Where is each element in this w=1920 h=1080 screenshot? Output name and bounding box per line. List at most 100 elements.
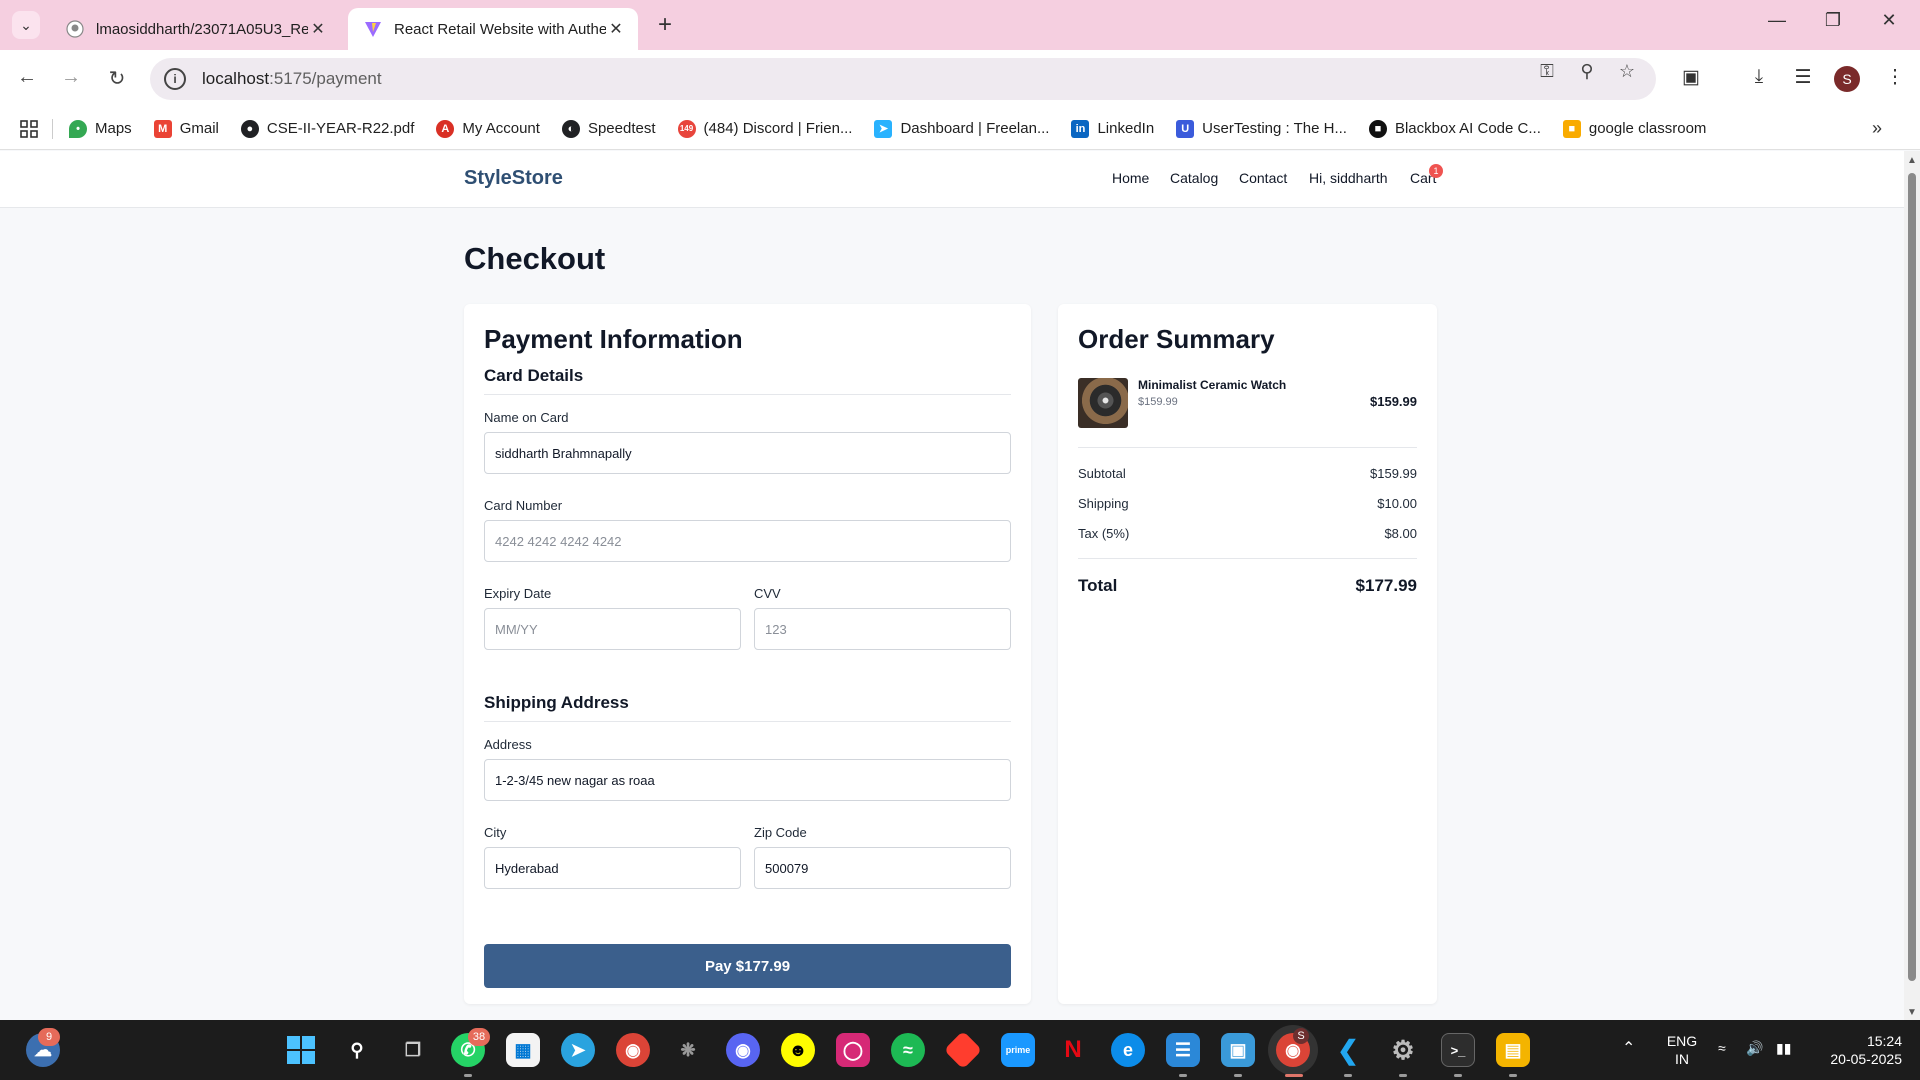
bookmark-star-icon[interactable]: ☆: [1615, 61, 1639, 82]
city-input[interactable]: [484, 847, 741, 889]
name-on-card-input[interactable]: [484, 432, 1011, 474]
running-indicator: [1234, 1074, 1242, 1077]
new-tab-button[interactable]: +: [652, 12, 678, 38]
browser-tab-strip: ⌄ lmaosiddharth/23071A05U3_Re ✕ React Re…: [0, 0, 1920, 50]
chatgpt-icon[interactable]: ❋: [671, 1033, 705, 1067]
task-view-icon[interactable]: ❐: [396, 1033, 430, 1067]
page-viewport: StyleStore Home Catalog Contact Hi, sidd…: [0, 151, 1904, 1020]
tab-react-retail[interactable]: React Retail Website with Authe ✕: [348, 8, 638, 50]
card-number-input[interactable]: [484, 520, 1011, 562]
tab-title: React Retail Website with Authe: [394, 20, 606, 38]
minimize-icon[interactable]: —: [1762, 10, 1792, 31]
telegram-icon[interactable]: ➤: [561, 1033, 595, 1067]
forward-arrow-icon[interactable]: →: [58, 66, 84, 89]
order-summary-heading: Order Summary: [1078, 324, 1275, 354]
clock[interactable]: 15:24 20-05-2025: [1812, 1032, 1902, 1068]
expiry-date-input[interactable]: [484, 608, 741, 650]
menu-kebab-icon[interactable]: ⋮: [1882, 66, 1908, 89]
close-icon[interactable]: ✕: [606, 19, 626, 39]
cvv-label: CVV: [754, 586, 781, 601]
city-label: City: [484, 825, 507, 840]
cart-count-badge: 1: [1429, 164, 1443, 178]
scroll-down-arrow-icon[interactable]: ▼: [1907, 1007, 1917, 1018]
windows-start-icon[interactable]: [284, 1033, 318, 1067]
media-control-icon[interactable]: ☰: [1790, 66, 1816, 89]
address-label: Address: [484, 737, 532, 752]
language-indicator[interactable]: ENG IN: [1664, 1032, 1700, 1068]
bookmark-freelancer[interactable]: ➤ Dashboard | Freelan...: [874, 119, 1049, 138]
total-label: Total: [1078, 576, 1118, 595]
nav-user-greeting[interactable]: Hi, siddharth: [1309, 170, 1388, 186]
zip-code-input[interactable]: [754, 847, 1011, 889]
settings-gear-icon[interactable]: ⚙: [1386, 1033, 1420, 1067]
snapchat-icon[interactable]: ☻: [781, 1033, 815, 1067]
terminal-icon[interactable]: >_: [1441, 1033, 1475, 1067]
volume-icon[interactable]: 🔊: [1746, 1040, 1763, 1057]
bookmarks-overflow-icon[interactable]: »: [1872, 118, 1882, 139]
scrollbar-thumb[interactable]: [1908, 173, 1916, 981]
shipping-address-heading: Shipping Address: [484, 693, 629, 712]
zip-code-label: Zip Code: [754, 825, 807, 840]
screenshot-icon[interactable]: ▣: [1678, 66, 1704, 89]
bookmark-my-account[interactable]: A My Account: [436, 119, 540, 138]
anydesk-icon[interactable]: [943, 1030, 983, 1070]
nav-home[interactable]: Home: [1112, 170, 1149, 186]
restore-icon[interactable]: ❐: [1818, 10, 1848, 31]
zoom-icon[interactable]: ⚲: [1575, 61, 1599, 82]
section-divider: [484, 394, 1011, 395]
vscode-icon[interactable]: ❮: [1331, 1033, 1365, 1067]
control-panel-icon[interactable]: ▣: [1221, 1033, 1255, 1067]
nav-catalog[interactable]: Catalog: [1170, 170, 1218, 186]
page-scrollbar[interactable]: ▲ ▼: [1904, 151, 1920, 1020]
whatsapp-badge: 38: [468, 1028, 490, 1046]
netflix-icon[interactable]: N: [1056, 1033, 1090, 1067]
url-text: localhost:5175/payment: [202, 69, 382, 88]
site-info-icon[interactable]: i: [164, 68, 186, 90]
address-input[interactable]: [484, 759, 1011, 801]
search-icon[interactable]: ⚲: [340, 1033, 374, 1067]
window-close-icon[interactable]: ✕: [1874, 10, 1904, 31]
bookmark-google-classroom[interactable]: ■ google classroom: [1562, 119, 1706, 138]
bookmark-blackbox[interactable]: ■ Blackbox AI Code C...: [1368, 119, 1541, 138]
battery-icon[interactable]: ▮▮: [1776, 1040, 1791, 1057]
nav-contact[interactable]: Contact: [1239, 170, 1287, 186]
chrome-icon[interactable]: ◉: [616, 1033, 650, 1067]
tax-value: $8.00: [1384, 526, 1417, 541]
discord-icon[interactable]: ◉: [726, 1033, 760, 1067]
cvv-input[interactable]: [754, 608, 1011, 650]
pay-button[interactable]: Pay $177.99: [484, 944, 1011, 988]
download-icon[interactable]: ⤓: [1746, 66, 1772, 88]
bookmark-gmail[interactable]: M Gmail: [153, 119, 219, 138]
bookmark-cse-pdf[interactable]: ● CSE-II-YEAR-R22.pdf: [240, 119, 414, 138]
microsoft-store-icon[interactable]: ▦: [506, 1033, 540, 1067]
scroll-up-arrow-icon[interactable]: ▲: [1907, 155, 1917, 166]
close-icon[interactable]: ✕: [308, 19, 328, 39]
shipping-label: Shipping: [1078, 496, 1129, 511]
tab-search-button[interactable]: ⌄: [12, 11, 40, 39]
wifi-icon[interactable]: ≈: [1718, 1040, 1726, 1056]
tray-chevron-up-icon[interactable]: ⌃: [1622, 1038, 1635, 1058]
profile-avatar[interactable]: S: [1834, 66, 1860, 92]
back-arrow-icon[interactable]: ←: [14, 66, 40, 89]
bookmark-maps[interactable]: • Maps: [69, 119, 132, 138]
reload-icon[interactable]: ↻: [104, 66, 130, 91]
bookmark-discord[interactable]: 149 (484) Discord | Frien...: [677, 119, 852, 138]
bookmarks-bar: • Maps M Gmail ● CSE-II-YEAR-R22.pdf A My Ac…: [0, 108, 1920, 150]
bookmark-linkedin[interactable]: in LinkedIn: [1071, 119, 1154, 138]
apps-grid-icon[interactable]: [20, 119, 38, 138]
classroom-icon: ■: [1562, 119, 1581, 138]
password-key-icon[interactable]: ⚿: [1535, 61, 1559, 82]
notepad-icon[interactable]: ☰: [1166, 1033, 1200, 1067]
prime-video-icon[interactable]: prime: [1001, 1033, 1035, 1067]
spotify-icon[interactable]: ≈: [891, 1033, 925, 1067]
file-explorer-icon[interactable]: ▤: [1496, 1033, 1530, 1067]
bookmark-speedtest[interactable]: ◐ Speedtest: [561, 119, 656, 138]
address-bar[interactable]: i localhost:5175/payment: [150, 58, 1656, 100]
instagram-icon[interactable]: ◯: [836, 1033, 870, 1067]
account-icon: A: [436, 119, 455, 138]
edge-icon[interactable]: e: [1111, 1033, 1145, 1067]
site-logo[interactable]: StyleStore: [464, 167, 563, 190]
discord-icon: 149: [677, 119, 696, 138]
tab-github[interactable]: lmaosiddharth/23071A05U3_Re ✕: [50, 8, 340, 50]
bookmark-usertesting[interactable]: U UserTesting : The H...: [1176, 119, 1347, 138]
